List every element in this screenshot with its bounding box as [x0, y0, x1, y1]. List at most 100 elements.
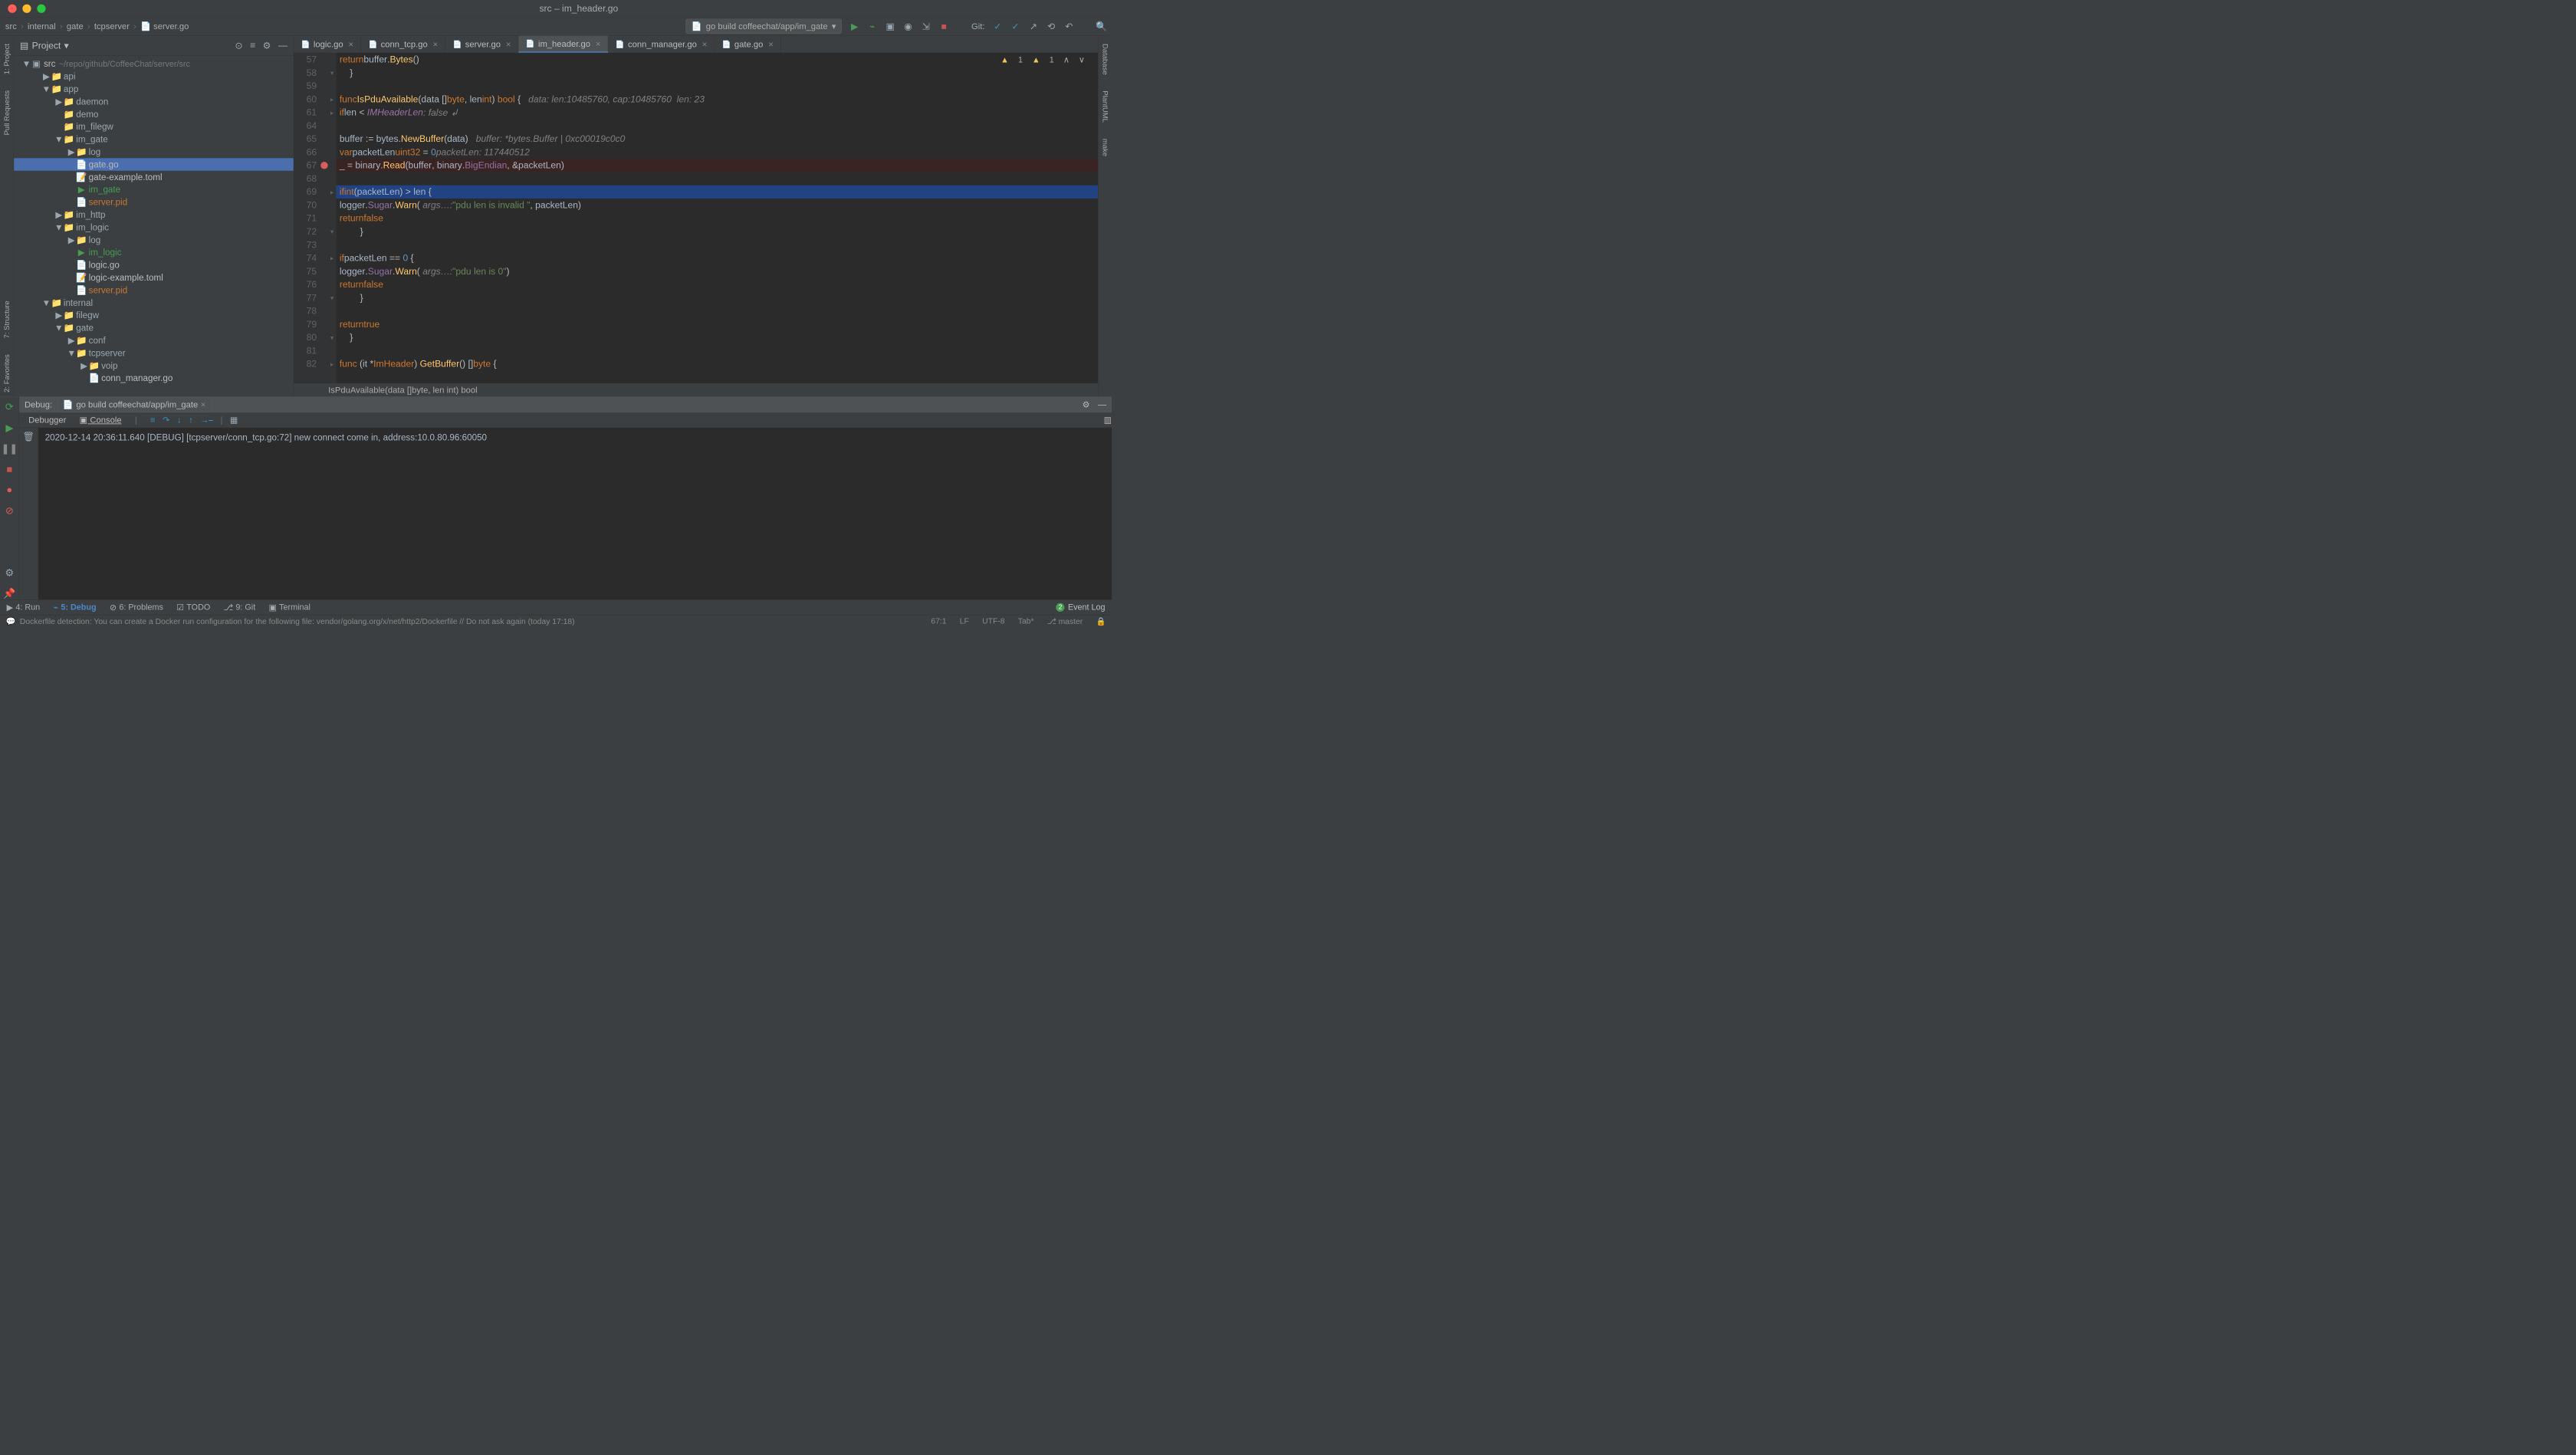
close-icon[interactable]: × — [348, 39, 353, 49]
rerun-icon[interactable]: ⟳ — [5, 402, 14, 413]
status-message[interactable]: Dockerfile detection: You can create a D… — [20, 617, 575, 626]
code-line[interactable]: logger.Sugar.Warn( args…: "pdu len is in… — [337, 199, 1099, 212]
editor-tab[interactable]: 📄server.go× — [445, 36, 518, 53]
todo-tool[interactable]: ☑ TODO — [176, 603, 210, 613]
project-tree[interactable]: ▼▣src~/repo/github/CoffeeChat/server/src… — [14, 56, 294, 397]
favorites-tab[interactable]: 2: Favorites — [2, 350, 11, 396]
crumb-item[interactable]: internal — [28, 21, 56, 31]
code-line[interactable]: _ = binary.Read(buffer, binary.BigEndian… — [337, 159, 1099, 172]
debug-run-tag[interactable]: 📄go build coffeechat/app/im_gate× — [59, 398, 210, 411]
profile-icon[interactable]: ◉ — [903, 21, 913, 31]
step-out-icon[interactable]: ↑ — [189, 415, 193, 425]
code-line[interactable]: } — [337, 331, 1099, 344]
code-line[interactable]: return false — [337, 278, 1099, 291]
encoding[interactable]: UTF-8 — [982, 617, 1004, 627]
code-line[interactable]: if packetLen == 0 { — [337, 251, 1099, 264]
tree-item[interactable]: 📄server.pid — [14, 196, 294, 209]
code-line[interactable]: logger.Sugar.Warn( args…: "pdu len is 0"… — [337, 264, 1099, 278]
settings-icon[interactable]: ⚙ — [5, 567, 14, 579]
tree-item[interactable]: ▼📁internal — [14, 297, 294, 309]
pin-icon[interactable]: 📌 — [3, 588, 15, 599]
event-log[interactable]: 2 Event Log — [1056, 603, 1105, 613]
tree-item[interactable]: ▼📁gate — [14, 322, 294, 334]
bp-list-icon[interactable]: ● — [6, 484, 12, 496]
debug-tool[interactable]: ⌁ 5: Debug — [53, 603, 96, 613]
code-line[interactable]: } — [337, 66, 1099, 79]
editor-tab[interactable]: 📄conn_tcp.go× — [361, 36, 445, 53]
info-icon[interactable]: 💬 — [6, 617, 16, 627]
code-line[interactable]: var packetLen uint32 = 0 packetLen: 1174… — [337, 146, 1099, 159]
crumb-item[interactable]: tcpserver — [94, 21, 130, 31]
trash-icon[interactable]: 🗑 — [23, 431, 34, 442]
tree-item[interactable]: ▶📁api — [14, 70, 294, 82]
minimize-window[interactable] — [22, 4, 31, 12]
debug-icon[interactable]: ⌁ — [867, 21, 877, 31]
eval-icon[interactable]: ▦ — [230, 415, 238, 425]
collapse-icon[interactable]: — — [1098, 399, 1106, 409]
code-line[interactable] — [337, 238, 1099, 251]
editor-tab[interactable]: 📄conn_manager.go× — [608, 36, 715, 53]
code-line[interactable] — [337, 344, 1099, 357]
locate-icon[interactable]: ⊙ — [235, 40, 242, 51]
search-icon[interactable]: 🔍 — [1096, 21, 1106, 31]
tree-item[interactable]: ▶📁log — [14, 146, 294, 158]
indent[interactable]: Tab* — [1018, 617, 1034, 627]
problems-tool[interactable]: ⊘ 6: Problems — [110, 603, 163, 613]
step-into-icon[interactable]: ↓ — [177, 415, 182, 425]
chevron-down-icon[interactable]: ▾ — [64, 40, 69, 51]
run-config-select[interactable]: 📄 go build coffeechat/app/im_gate ▾ — [685, 19, 842, 34]
tree-item[interactable]: ▶📁log — [14, 234, 294, 246]
step-over-icon[interactable]: ≡ — [150, 415, 156, 425]
resume-icon[interactable]: ▶ — [5, 422, 13, 434]
code-line[interactable]: } — [337, 225, 1099, 238]
structure-tab[interactable]: 7: Structure — [2, 297, 11, 342]
warning-icon[interactable]: ▲ — [1032, 55, 1040, 65]
editor-tab[interactable]: 📄gate.go× — [715, 36, 780, 53]
editor-tab[interactable]: 📄im_header.go× — [518, 36, 608, 53]
pull-requests-tab[interactable]: Pull Requests — [2, 87, 11, 140]
breakpoint[interactable] — [320, 162, 327, 169]
commit-icon[interactable]: ✓ — [993, 21, 1003, 31]
rollback-icon[interactable]: ↶ — [1064, 21, 1074, 31]
tree-item[interactable]: ▶📁voip — [14, 360, 294, 372]
branch[interactable]: ⎇ master — [1047, 617, 1083, 627]
tree-item[interactable]: ▼📁app — [14, 83, 294, 95]
crumb-item[interactable]: 📄 server.go — [140, 21, 189, 31]
tree-item[interactable]: ▶📁im_http — [14, 209, 294, 221]
line-ending[interactable]: LF — [960, 617, 969, 627]
database-tab[interactable]: Database — [1101, 40, 1109, 79]
terminal-tool[interactable]: ▣ Terminal — [268, 603, 310, 613]
close-icon[interactable]: × — [702, 39, 708, 49]
next-icon[interactable]: ∨ — [1079, 55, 1085, 65]
tree-item[interactable]: ▶im_gate — [14, 183, 294, 195]
code-line[interactable] — [337, 80, 1099, 93]
tree-item[interactable]: ▼📁im_logic — [14, 221, 294, 233]
editor[interactable]: ▲1 ▲1 ∧ ∨ 575859606164656667686970717273… — [294, 53, 1098, 383]
tree-root[interactable]: ▼▣src~/repo/github/CoffeeChat/server/src — [14, 57, 294, 70]
console[interactable]: 2020-12-14 20:36:11.640 [DEBUG] [tcpserv… — [38, 428, 1112, 599]
close-icon[interactable]: × — [433, 39, 439, 49]
close-icon[interactable]: × — [596, 38, 601, 48]
code-line[interactable]: if len < IMHeaderLen : false ↲ — [337, 106, 1099, 119]
code-line[interactable]: return true — [337, 317, 1099, 330]
debugger-tab[interactable]: Debugger — [28, 415, 66, 425]
code-line[interactable]: buffer := bytes.NewBuffer(data) buffer: … — [337, 133, 1099, 146]
code-line[interactable] — [337, 304, 1099, 317]
run-icon[interactable]: ▶ — [849, 21, 859, 31]
tree-item[interactable]: ▶📁daemon — [14, 95, 294, 107]
tree-item[interactable]: 📁demo — [14, 108, 294, 120]
tree-item[interactable]: 📄gate.go — [14, 158, 294, 170]
settings-icon[interactable]: ⚙ — [263, 40, 271, 51]
code-line[interactable] — [337, 119, 1099, 132]
plantuml-tab[interactable]: PlantUML — [1101, 87, 1109, 126]
history-icon[interactable]: ⟲ — [1046, 21, 1056, 31]
code-line[interactable]: func (it *ImHeader) GetBuffer() []byte { — [337, 357, 1099, 370]
editor-tab[interactable]: 📄logic.go× — [294, 36, 361, 53]
code-line[interactable]: func IsPduAvailable(data []byte, len int… — [337, 93, 1099, 106]
tree-item[interactable]: 📝logic-example.toml — [14, 271, 294, 284]
run-to-cursor-icon[interactable]: →⎯ — [200, 415, 213, 425]
tree-item[interactable]: 📝gate-example.toml — [14, 171, 294, 183]
git-tool[interactable]: ⎇ 9: Git — [224, 603, 256, 613]
make-tab[interactable]: make — [1101, 135, 1109, 161]
breadcrumbs[interactable]: src›internal›gate›tcpserver›📄 server.go — [5, 21, 189, 31]
